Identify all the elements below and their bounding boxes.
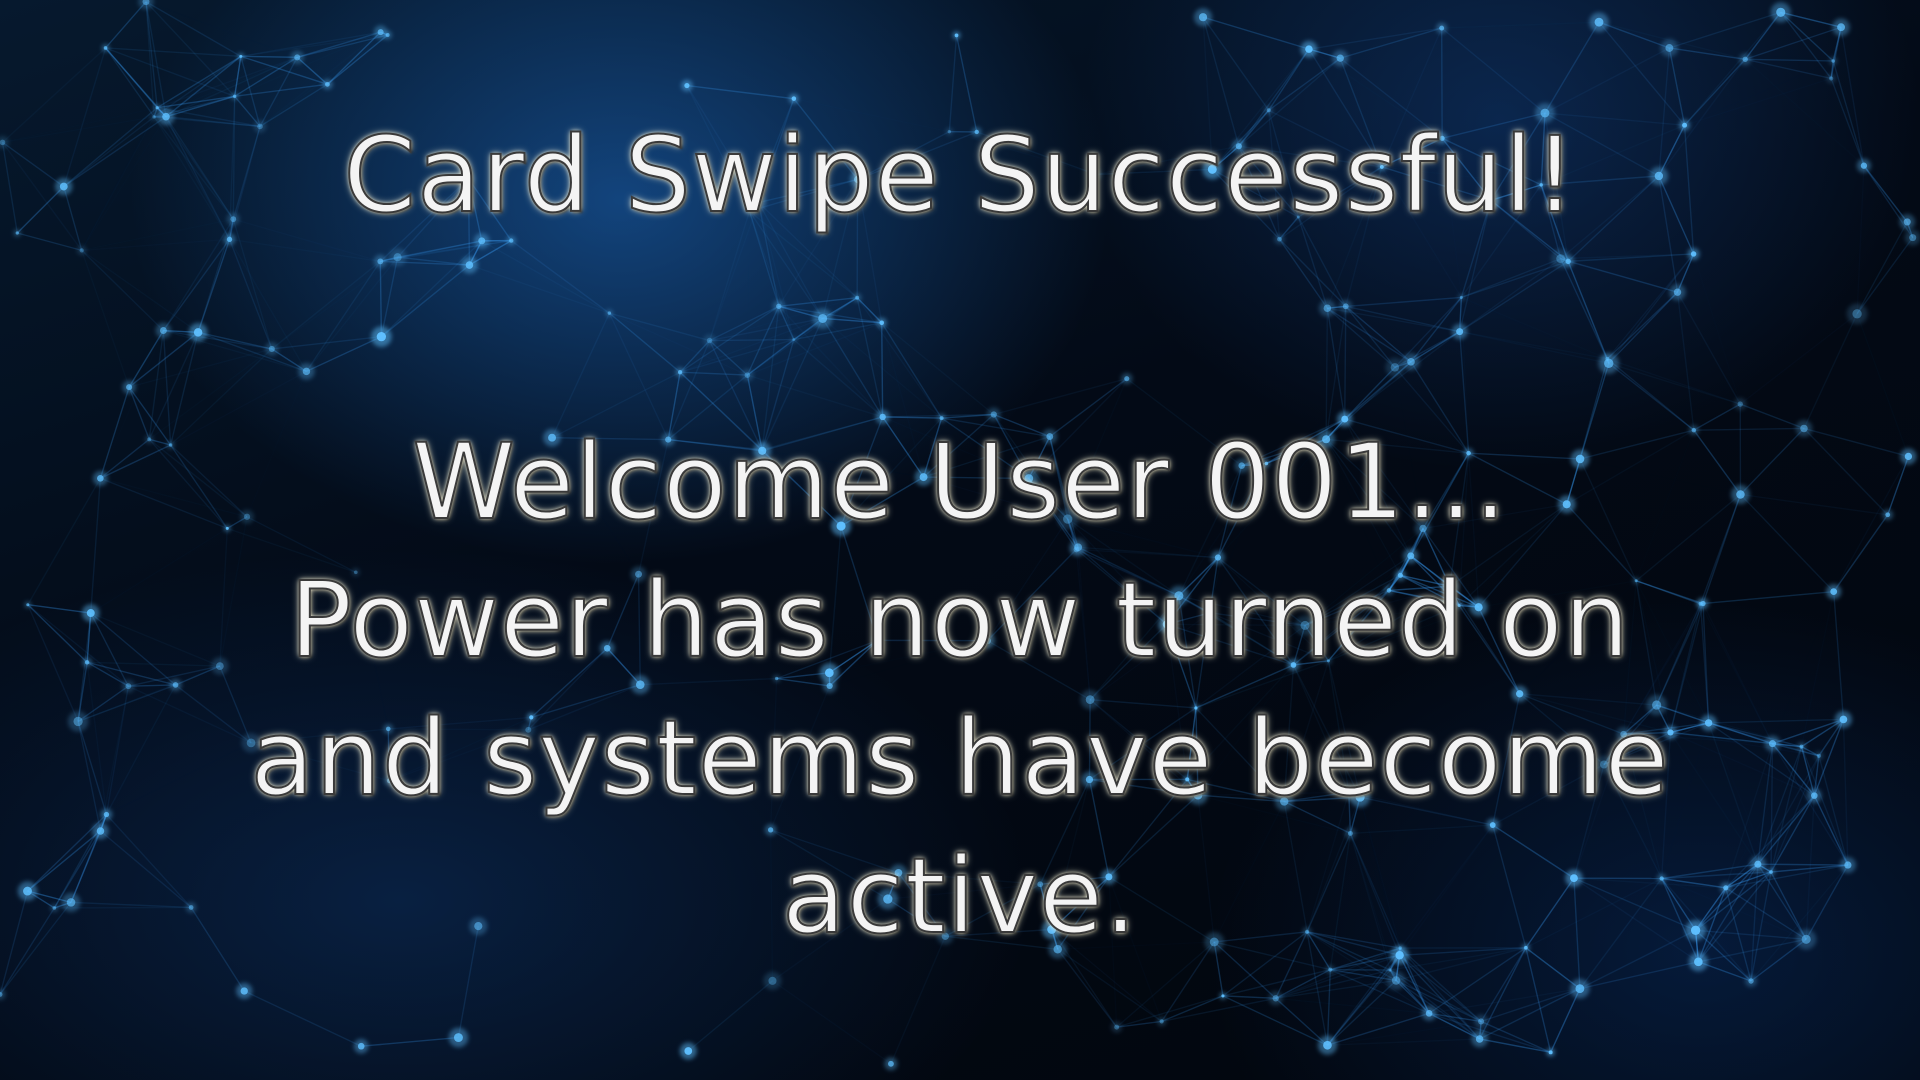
splash-screen: Card Swipe Successful! Welcome User 001.… [0,0,1920,1080]
status-line-2: and systems have become [249,696,1670,820]
success-title: Card Swipe Successful! [342,114,1577,236]
message-panel: Card Swipe Successful! Welcome User 001.… [0,0,1920,1080]
status-line-3: active. [781,834,1139,958]
welcome-message: Welcome User 001... Power has now turned… [0,413,1920,965]
status-line-1: Power has now turned on [288,558,1631,682]
welcome-line: Welcome User 001... [411,420,1508,544]
